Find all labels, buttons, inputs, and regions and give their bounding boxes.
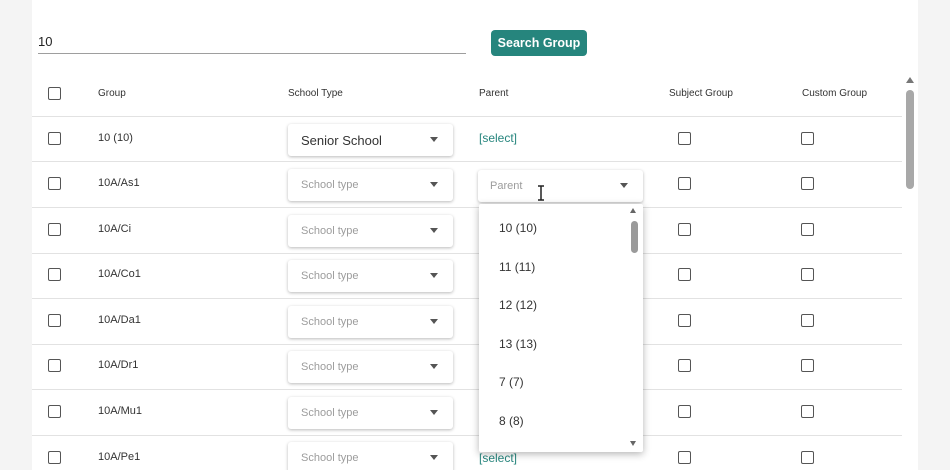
chevron-down-icon	[430, 182, 438, 187]
row-checkbox[interactable]	[48, 451, 61, 464]
dropdown-scroll-down-icon[interactable]	[630, 441, 636, 446]
row-divider	[32, 298, 902, 299]
group-name: 10A/As1	[98, 177, 140, 189]
parent-dropdown-list[interactable]: 10 (10) 11 (11) 12 (12) 13 (13) 7 (7) 8 …	[479, 204, 643, 452]
subject-group-checkbox[interactable]	[678, 451, 691, 464]
text-cursor-icon	[538, 185, 544, 201]
chevron-down-icon	[430, 410, 438, 415]
school-type-value: Senior School	[301, 132, 382, 148]
header-parent: Parent	[479, 88, 509, 99]
group-name: 10A/Co1	[98, 268, 141, 280]
dropdown-scrollbar-thumb[interactable]	[631, 221, 638, 253]
dropdown-option[interactable]: 11 (11)	[499, 260, 535, 274]
row-checkbox[interactable]	[48, 359, 61, 372]
header-subject-group: Subject Group	[669, 88, 733, 99]
school-type-select[interactable]: School type	[288, 260, 453, 292]
subject-group-checkbox[interactable]	[678, 223, 691, 236]
row-checkbox[interactable]	[48, 405, 61, 418]
search-group-button[interactable]: Search Group	[491, 30, 587, 56]
custom-group-checkbox[interactable]	[801, 177, 814, 190]
group-name: 10A/Ci	[98, 223, 132, 235]
page-scrollbar-thumb[interactable]	[906, 90, 914, 189]
row-checkbox[interactable]	[48, 223, 61, 236]
parent-select-link[interactable]: [select]	[479, 131, 517, 145]
school-type-placeholder: School type	[301, 270, 359, 282]
school-type-placeholder: School type	[301, 225, 359, 237]
dropdown-option[interactable]: 8 (8)	[499, 414, 524, 428]
content-panel	[32, 0, 918, 470]
custom-group-checkbox[interactable]	[801, 268, 814, 281]
row-divider	[32, 253, 902, 254]
school-type-select[interactable]: School type	[288, 397, 453, 429]
header-group: Group	[98, 88, 126, 99]
parent-select[interactable]: Parent	[478, 170, 643, 202]
custom-group-checkbox[interactable]	[801, 359, 814, 372]
header-custom-group: Custom Group	[802, 88, 868, 99]
parent-select-link[interactable]: [select]	[479, 451, 517, 465]
subject-group-checkbox[interactable]	[678, 314, 691, 327]
row-checkbox[interactable]	[48, 268, 61, 281]
subject-group-checkbox[interactable]	[678, 132, 691, 145]
school-type-placeholder: School type	[301, 452, 359, 464]
dropdown-scroll-up-icon[interactable]	[630, 208, 636, 213]
chevron-down-icon	[430, 137, 438, 142]
school-type-select[interactable]: School type	[288, 351, 453, 383]
select-all-checkbox[interactable]	[48, 87, 61, 100]
page-scroll-up-icon[interactable]	[906, 77, 914, 83]
chevron-down-icon	[430, 228, 438, 233]
row-divider	[32, 116, 902, 117]
row-divider	[32, 207, 902, 208]
search-input[interactable]	[38, 30, 466, 54]
group-name: 10A/Mu1	[98, 405, 143, 417]
row-divider	[32, 435, 902, 436]
custom-group-checkbox[interactable]	[801, 223, 814, 236]
chevron-down-icon	[620, 183, 628, 188]
row-divider	[32, 344, 902, 345]
group-name: 10 (10)	[98, 132, 133, 144]
school-type-placeholder: School type	[301, 407, 359, 419]
custom-group-checkbox[interactable]	[801, 314, 814, 327]
subject-group-checkbox[interactable]	[678, 268, 691, 281]
custom-group-checkbox[interactable]	[801, 405, 814, 418]
row-divider	[32, 389, 902, 390]
subject-group-checkbox[interactable]	[678, 405, 691, 418]
school-type-placeholder: School type	[301, 361, 359, 373]
custom-group-checkbox[interactable]	[801, 451, 814, 464]
subject-group-checkbox[interactable]	[678, 177, 691, 190]
school-type-select[interactable]: School type	[288, 169, 453, 201]
school-type-select[interactable]: School type	[288, 442, 453, 470]
dropdown-option[interactable]: 13 (13)	[499, 337, 537, 351]
chevron-down-icon	[430, 364, 438, 369]
school-type-placeholder: School type	[301, 179, 359, 191]
row-checkbox[interactable]	[48, 314, 61, 327]
dropdown-option[interactable]: 10 (10)	[499, 221, 537, 235]
header-school-type: School Type	[288, 88, 343, 99]
parent-placeholder: Parent	[490, 180, 523, 192]
chevron-down-icon	[430, 455, 438, 460]
row-checkbox[interactable]	[48, 177, 61, 190]
chevron-down-icon	[430, 273, 438, 278]
group-name: 10A/Dr1	[98, 359, 139, 371]
chevron-down-icon	[430, 319, 438, 324]
school-type-select[interactable]: Senior School	[288, 124, 453, 156]
custom-group-checkbox[interactable]	[801, 132, 814, 145]
row-divider	[32, 161, 902, 162]
school-type-select[interactable]: School type	[288, 306, 453, 338]
dropdown-option[interactable]: 12 (12)	[499, 298, 537, 312]
group-name: 10A/Da1	[98, 314, 141, 326]
subject-group-checkbox[interactable]	[678, 359, 691, 372]
row-checkbox[interactable]	[48, 132, 61, 145]
school-type-placeholder: School type	[301, 316, 359, 328]
school-type-select[interactable]: School type	[288, 215, 453, 247]
dropdown-option[interactable]: 7 (7)	[499, 375, 524, 389]
group-name: 10A/Pe1	[98, 451, 141, 463]
